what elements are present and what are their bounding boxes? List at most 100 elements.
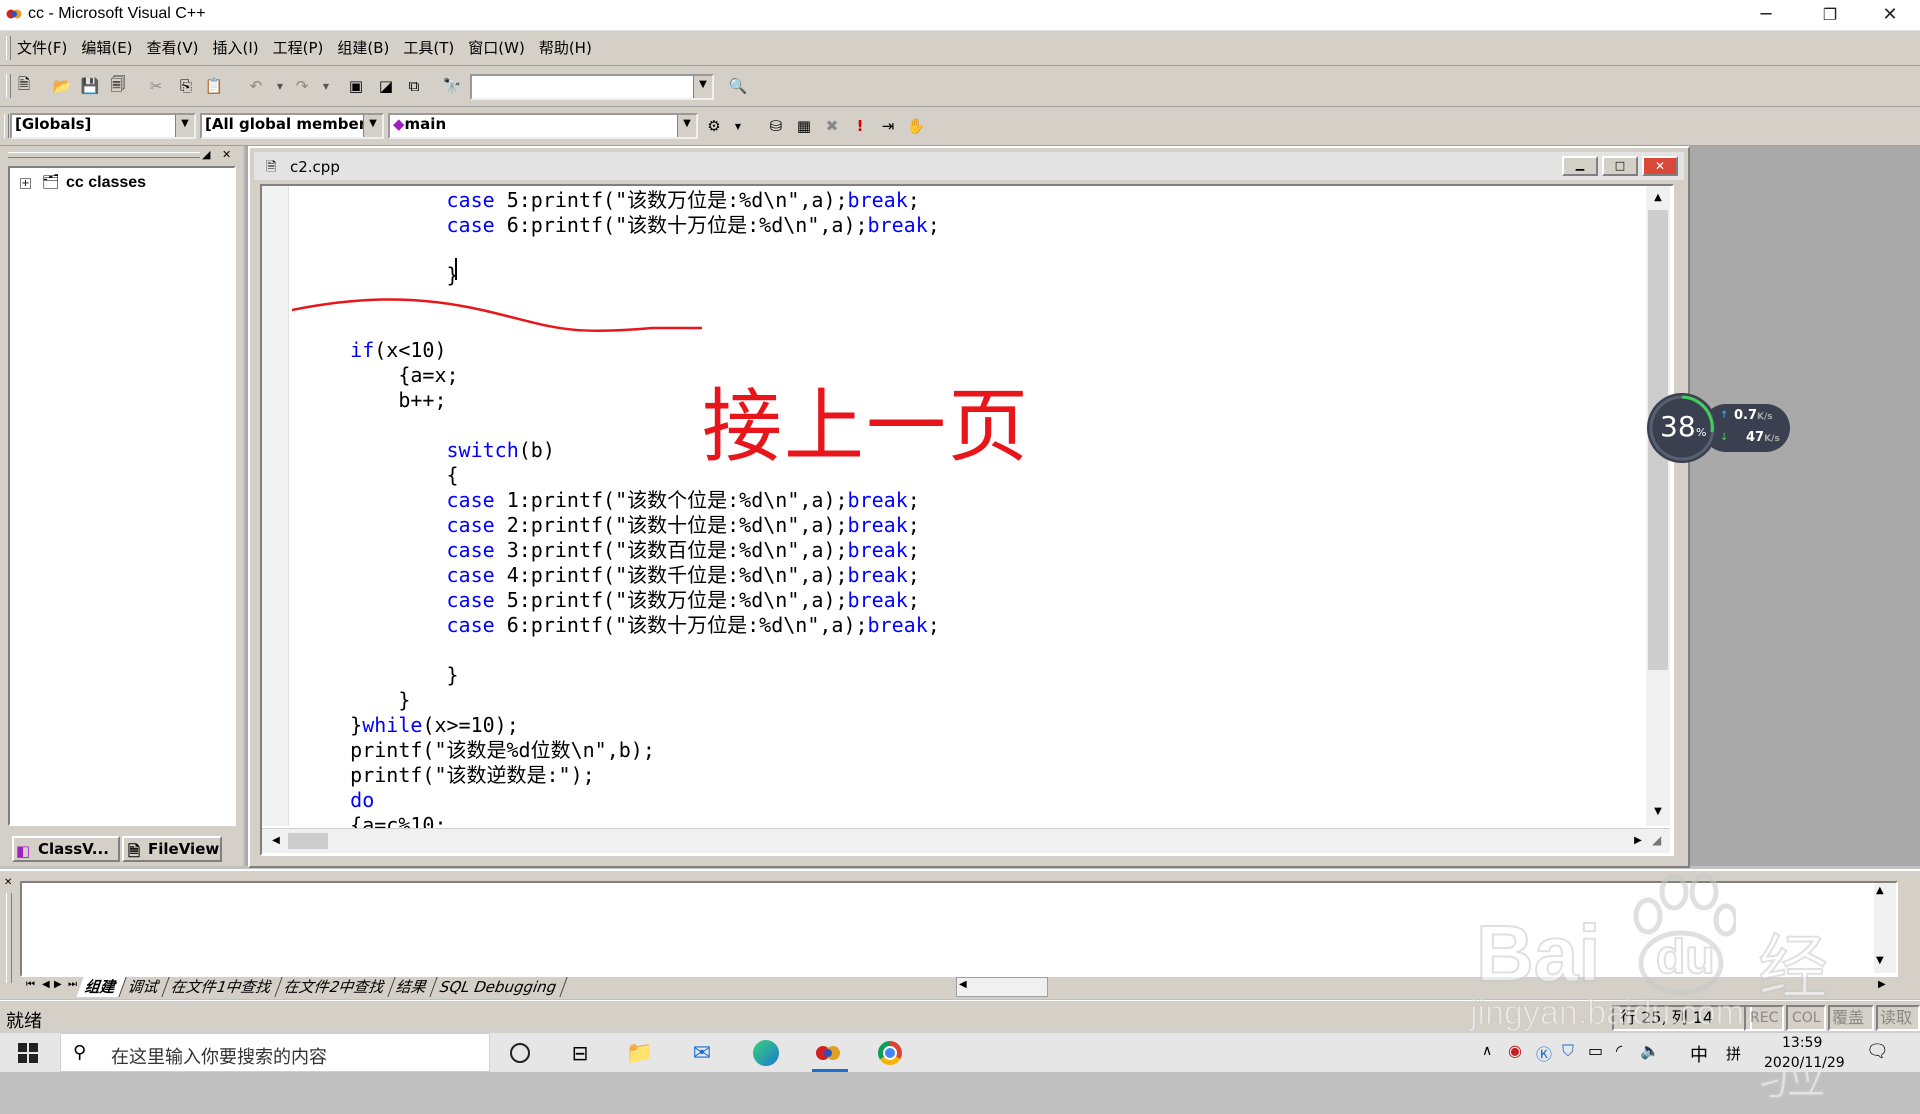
visual-cpp-taskbar-icon[interactable] — [808, 1033, 848, 1073]
code-line[interactable] — [302, 638, 940, 663]
close-button[interactable]: ✕ — [1860, 0, 1920, 30]
members-combo[interactable]: [All global members ▼ — [200, 113, 384, 139]
dock-icon[interactable]: ◢ — [202, 148, 210, 161]
copy-icon[interactable]: ⎘ — [174, 74, 198, 98]
menu-item-5[interactable]: 组建(B) — [330, 31, 396, 65]
tray-volume-icon[interactable]: 🔈 — [1640, 1041, 1660, 1060]
show-hidden-icons-icon[interactable]: ∧ — [1482, 1043, 1492, 1059]
close-panel-icon[interactable]: ✕ — [222, 148, 231, 161]
redo-icon[interactable]: ↷ — [290, 74, 314, 98]
tray-wifi-icon[interactable]: ◜ — [1616, 1041, 1622, 1060]
chevron-down-icon[interactable]: ▼ — [363, 115, 382, 137]
mail-icon[interactable]: ✉ — [682, 1033, 722, 1073]
cut-icon[interactable]: ✂ — [144, 74, 168, 98]
tabs-next-icon[interactable]: ▶ — [54, 979, 62, 990]
notification-center-icon[interactable]: 🗨 — [1866, 1041, 1889, 1062]
menu-item-4[interactable]: 工程(P) — [266, 31, 331, 65]
editor-maximize-button[interactable]: □ — [1602, 156, 1638, 176]
net-monitor-widget[interactable]: ↑ 0.7K/s ↓ 47K/s 38 % — [1646, 392, 1792, 464]
undo-dropdown-icon[interactable]: ▼ — [268, 74, 292, 98]
output-scroll-up-icon[interactable]: ▲ — [1876, 885, 1884, 896]
code-line[interactable]: case 4:printf("该数千位是:%d\n",a);break; — [302, 563, 940, 588]
undo-icon[interactable]: ↶ — [244, 74, 268, 98]
stop-build-icon[interactable]: ✖ — [820, 114, 844, 138]
task-view-icon[interactable]: ⊟ — [560, 1033, 600, 1073]
output-scroll-right-icon[interactable]: ▶ — [1878, 979, 1886, 990]
tray-battery-icon[interactable]: ▭ — [1588, 1041, 1603, 1060]
output-text-area[interactable] — [20, 881, 1898, 977]
compile-icon[interactable]: ⛁ — [764, 114, 788, 138]
restore-button[interactable]: ❐ — [1800, 0, 1860, 30]
tabs-first-icon[interactable]: ⏮ — [26, 979, 35, 990]
save-all-icon[interactable]: 🗐 — [106, 74, 130, 98]
new-file-icon[interactable]: 🗎 — [12, 74, 36, 98]
chevron-down-icon[interactable]: ▼ — [693, 76, 712, 98]
edge-browser-icon[interactable] — [746, 1033, 786, 1073]
tab-fileview[interactable]: 🗎 FileView — [122, 836, 222, 862]
execute-icon[interactable]: ! — [848, 114, 872, 138]
tabs-prev-icon[interactable]: ◀ — [42, 979, 50, 990]
vertical-scrollbar[interactable]: ▲ ▼ — [1646, 186, 1670, 826]
expand-toggle-icon[interactable]: + — [20, 178, 31, 189]
breakpoint-hand-icon[interactable]: ✋ — [904, 114, 928, 138]
wizard-actions-dropdown-icon[interactable]: ▼ — [726, 114, 750, 138]
scroll-down-icon[interactable]: ▼ — [1648, 802, 1668, 822]
output-close-icon[interactable]: ✕ — [4, 877, 12, 888]
windows-list-icon[interactable]: ⧉ — [402, 74, 426, 98]
horizontal-scrollbar[interactable]: ◀ ▶ ◢ — [262, 828, 1670, 853]
menu-item-2[interactable]: 查看(V) — [140, 31, 206, 65]
tray-network-app-icon[interactable]: ◉ — [1508, 1041, 1522, 1060]
code-line[interactable]: printf("该数逆数是:"); — [302, 763, 940, 788]
code-line[interactable]: printf("该数是%d位数\n",b); — [302, 738, 940, 763]
output-tab-5[interactable]: SQL Debugging — [430, 977, 568, 997]
menu-item-1[interactable]: 编辑(E) — [74, 31, 139, 65]
output-scroll-down-icon[interactable]: ▼ — [1876, 955, 1884, 966]
tab-classview[interactable]: ◧ ClassV... — [12, 836, 120, 862]
editor-minimize-button[interactable]: ▁ — [1562, 156, 1598, 176]
find-combo[interactable]: ▼ — [470, 74, 714, 100]
clock-time[interactable]: 13:59 — [1782, 1035, 1822, 1051]
find-in-files-icon[interactable]: 🔭 — [440, 74, 464, 98]
output-hscroll[interactable]: ◀ — [956, 977, 1048, 997]
menu-item-8[interactable]: 帮助(H) — [532, 31, 599, 65]
taskbar-search-box[interactable]: ⚲ 在这里输入你要搜索的内容 — [60, 1033, 490, 1072]
editor-close-button[interactable]: ✕ — [1642, 156, 1678, 176]
output-tab-3[interactable]: 在文件2中查找 — [274, 977, 395, 997]
chrome-browser-icon[interactable] — [870, 1033, 910, 1073]
tray-k-icon[interactable]: Ⓚ — [1536, 1041, 1552, 1065]
wizardbar-grip[interactable] — [4, 114, 9, 138]
menu-item-6[interactable]: 工具(T) — [396, 31, 461, 65]
tabs-last-icon[interactable]: ⏭ — [68, 979, 77, 990]
scope-combo[interactable]: [Globals] ▼ — [10, 113, 196, 139]
code-line[interactable]: }while(x>=10); — [302, 713, 940, 738]
output-tab-2[interactable]: 在文件1中查找 — [162, 977, 283, 997]
output-window-icon[interactable]: ◪ — [374, 74, 398, 98]
chevron-down-icon[interactable]: ▼ — [175, 115, 194, 137]
scroll-left-icon[interactable]: ◀ — [266, 831, 286, 851]
redo-dropdown-icon[interactable]: ▼ — [314, 74, 338, 98]
ime-pinyin[interactable]: 拼 — [1726, 1043, 1741, 1064]
search-placeholder[interactable]: 在这里输入你要搜索的内容 — [111, 1043, 327, 1069]
code-line[interactable]: } — [302, 688, 940, 713]
build-icon[interactable]: ▦ — [792, 114, 816, 138]
code-line[interactable]: case 5:printf("该数万位是:%d\n",a);break; — [302, 588, 940, 613]
toolbar-grip[interactable] — [6, 74, 11, 98]
code-line[interactable]: case 2:printf("该数十位是:%d\n",a);break; — [302, 513, 940, 538]
minimize-button[interactable]: ─ — [1736, 0, 1796, 30]
code-line[interactable]: case 1:printf("该数个位是:%d\n",a);break; — [302, 488, 940, 513]
file-explorer-icon[interactable]: 📁 — [620, 1033, 660, 1073]
code-editor[interactable]: case 5:printf("该数万位是:%d\n",a);break; cas… — [260, 184, 1674, 856]
workspace-window-icon[interactable]: ▣ — [344, 74, 368, 98]
paste-icon[interactable]: 📋 — [202, 74, 226, 98]
cortana-icon[interactable] — [500, 1033, 540, 1073]
wizard-actions-icon[interactable]: ⚙ — [702, 114, 726, 138]
find-icon[interactable]: 🔍 — [726, 74, 750, 98]
output-grip[interactable] — [6, 893, 12, 983]
tray-shield-icon[interactable]: ⛉ — [1562, 1041, 1574, 1061]
open-folder-icon[interactable]: 📂 — [50, 74, 74, 98]
scroll-up-icon[interactable]: ▲ — [1648, 188, 1668, 208]
code-line[interactable]: case 6:printf("该数十万位是:%d\n",a);break; — [302, 613, 940, 638]
code-line[interactable]: } — [302, 663, 940, 688]
ime-mode[interactable]: 中 — [1690, 1041, 1708, 1067]
workspace-grip[interactable] — [8, 152, 200, 158]
